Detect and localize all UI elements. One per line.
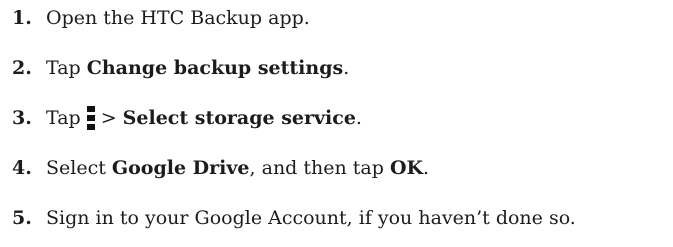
ui-term-google-drive: Google Drive bbox=[111, 157, 250, 179]
step-text: Sign in to your Google Account, if you h… bbox=[46, 203, 576, 233]
ui-term-select-storage-service: Select storage service bbox=[122, 107, 356, 129]
menu-more-icon bbox=[86, 106, 95, 130]
step-text-part: . bbox=[423, 157, 430, 179]
step-text-part: Sign in to your Google Account, if you h… bbox=[46, 207, 576, 229]
step-number: 3. bbox=[12, 107, 32, 129]
step-number: 1. bbox=[12, 7, 32, 29]
step-text-part: . bbox=[343, 57, 350, 79]
step-text-part: Tap bbox=[46, 107, 81, 129]
step-number: 2. bbox=[12, 57, 32, 79]
step-text-part: . bbox=[355, 107, 362, 129]
step-number: 5. bbox=[12, 207, 32, 229]
step-number: 4. bbox=[12, 157, 32, 179]
step-text: Tap Change backup settings . bbox=[46, 53, 349, 83]
step-text-part: Select bbox=[46, 157, 112, 179]
instruction-steps: 1. Open the HTC Backup app. 2. Tap Chang… bbox=[0, 0, 673, 247]
step-text: Open the HTC Backup app. bbox=[46, 3, 310, 33]
step-text-part: , and then tap bbox=[249, 157, 390, 179]
step-text-part: > bbox=[100, 107, 123, 129]
step-text: Tap > Select storage service . bbox=[46, 103, 362, 133]
step-text-part: Open the HTC Backup app. bbox=[46, 7, 310, 29]
ui-term-ok: OK bbox=[389, 157, 424, 179]
step-text-part: Tap bbox=[46, 57, 87, 79]
step-text: Select Google Drive , and then tap OK . bbox=[46, 153, 429, 183]
ui-term-change-backup-settings: Change backup settings bbox=[86, 57, 344, 79]
